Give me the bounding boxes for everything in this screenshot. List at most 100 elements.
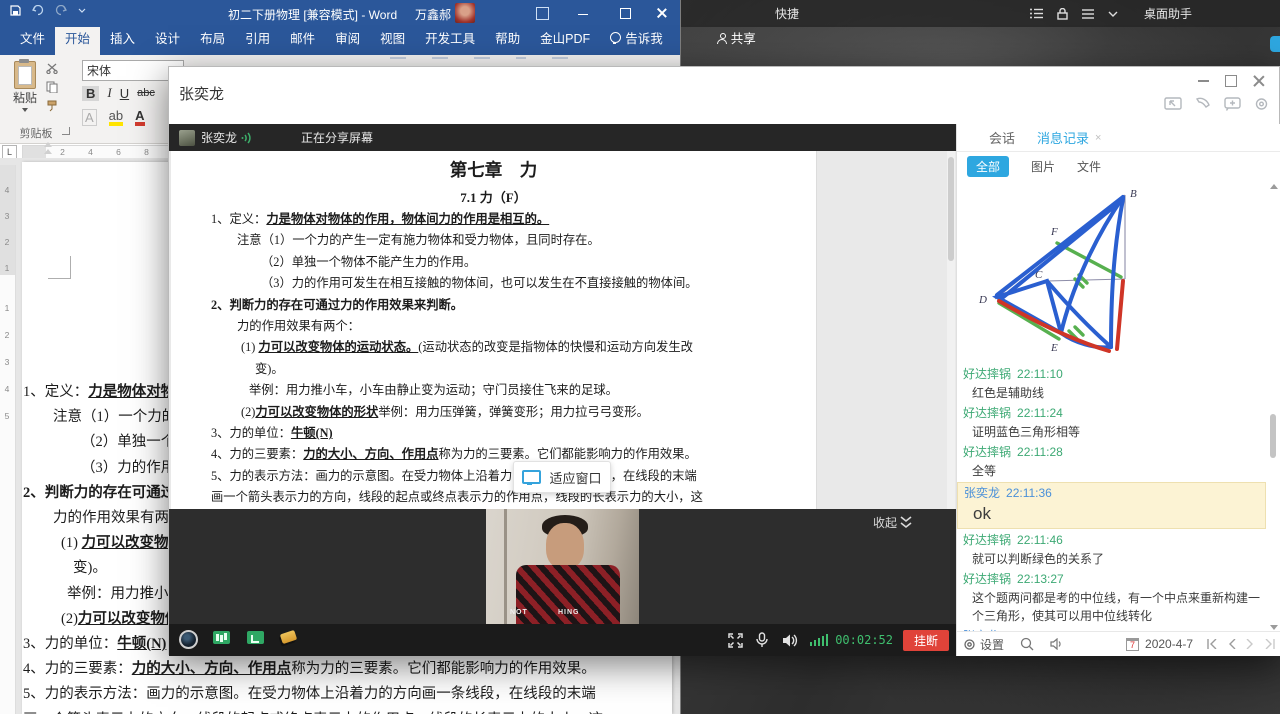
ribbon-display-options-icon[interactable] bbox=[536, 7, 549, 20]
shared-geometry-image[interactable]: B F C D E bbox=[963, 181, 1249, 363]
indent-marker[interactable] bbox=[44, 142, 52, 147]
menu-share[interactable]: 共享 bbox=[707, 21, 766, 55]
vertical-ruler-number: 1 bbox=[0, 263, 14, 273]
shirt-text-left: NOT bbox=[510, 609, 528, 616]
desktop-assistant-label[interactable]: 桌面助手 bbox=[1144, 5, 1192, 22]
camera-toggle-icon[interactable] bbox=[179, 630, 198, 649]
fullscreen-icon[interactable] bbox=[728, 633, 743, 648]
audio-speaking-icon bbox=[241, 132, 253, 144]
webcam-video[interactable]: NOT HING bbox=[486, 509, 639, 624]
meeting-window-title: 张奕龙 bbox=[179, 83, 224, 104]
history-date: 2020-4-7 bbox=[1145, 637, 1193, 651]
message-text: 这个题两问都是考的中位线，有一个中点来重新构建一个三角形，使其可以用中位线转化 bbox=[963, 589, 1276, 625]
word-maximize-button[interactable] bbox=[620, 8, 631, 19]
settings-gear-icon[interactable] bbox=[1254, 97, 1269, 111]
save-icon[interactable] bbox=[10, 5, 21, 16]
message-time: 22:13:27 bbox=[1017, 572, 1064, 586]
prev-page-icon[interactable] bbox=[1228, 639, 1236, 649]
sharing-status-text: 正在分享屏幕 bbox=[301, 129, 373, 146]
vertical-ruler-number: 3 bbox=[0, 357, 14, 367]
highlight-color-button[interactable]: ab bbox=[109, 109, 123, 126]
chat-scroll-thumb[interactable] bbox=[1270, 414, 1276, 458]
filter-images[interactable]: 图片 bbox=[1031, 158, 1055, 175]
doc-line: 3、力的单位：牛顿(N) bbox=[211, 423, 817, 444]
chat-scrollbar[interactable] bbox=[1268, 182, 1278, 632]
copy-icon[interactable] bbox=[46, 81, 58, 93]
screen-share-icon[interactable] bbox=[1164, 97, 1182, 111]
clipboard-icon bbox=[14, 61, 36, 89]
phone-icon[interactable] bbox=[1195, 97, 1211, 111]
lock-icon[interactable] bbox=[1057, 8, 1068, 20]
paste-button[interactable]: 粘贴 bbox=[8, 61, 42, 112]
meeting-maximize-button[interactable] bbox=[1225, 75, 1237, 87]
edge-widget[interactable] bbox=[1270, 36, 1280, 52]
word-account-name[interactable]: 万鑫郝 bbox=[415, 6, 451, 23]
ruler-numbers: 2468 bbox=[59, 147, 150, 157]
redo-icon[interactable] bbox=[55, 5, 67, 16]
cut-icon[interactable] bbox=[46, 63, 59, 74]
shared-screen-scrollbar[interactable] bbox=[947, 151, 955, 509]
underline-button[interactable]: U bbox=[120, 86, 129, 101]
message-sender: 张奕龙 bbox=[964, 486, 1000, 500]
task-list-icon[interactable] bbox=[1030, 8, 1043, 19]
clipboard-group-expander[interactable] bbox=[62, 127, 70, 135]
next-page-icon[interactable] bbox=[1246, 639, 1254, 649]
vertical-ruler[interactable]: 432112345 bbox=[0, 165, 16, 714]
message-sender: 好达摔锅 bbox=[963, 533, 1011, 547]
settings-button[interactable]: 设置 bbox=[963, 636, 1004, 653]
text-effects-button[interactable]: A bbox=[82, 109, 97, 126]
shirt-text-right: HING bbox=[558, 609, 580, 616]
qat-customize-icon[interactable] bbox=[78, 8, 86, 13]
last-page-icon[interactable] bbox=[1264, 639, 1275, 649]
ruler-number: 8 bbox=[143, 147, 150, 157]
message-sender: 好达摔锅 bbox=[963, 572, 1011, 586]
italic-button[interactable]: I bbox=[107, 85, 111, 101]
search-icon[interactable] bbox=[1020, 637, 1034, 651]
share-window-icon[interactable] bbox=[247, 631, 264, 644]
doc-line: 力的作用效果有两个： bbox=[211, 316, 817, 337]
word-account-avatar[interactable] bbox=[455, 3, 475, 23]
chat-tabs: 会话 消息记录 × bbox=[957, 124, 1280, 152]
chat-panel: 会话 消息记录 × 全部 图片 文件 bbox=[956, 124, 1280, 656]
scroll-down-icon[interactable] bbox=[1270, 625, 1278, 630]
tab-message-history[interactable]: 消息记录 bbox=[1037, 128, 1089, 147]
hangup-button[interactable]: 挂断 bbox=[903, 630, 949, 651]
annotate-eraser-icon[interactable] bbox=[280, 630, 297, 644]
meeting-close-button[interactable] bbox=[1253, 75, 1265, 87]
font-color-button[interactable]: A bbox=[135, 109, 144, 126]
chat-message: 好达摔锅22:11:10红色是辅助线 bbox=[963, 365, 1276, 402]
collapse-video-button[interactable]: 收起 bbox=[873, 514, 912, 531]
add-invite-icon[interactable] bbox=[1224, 97, 1241, 111]
doc-line: 举例：用力推小车，小车由静止变为运动；守门员接住飞来的足球。 bbox=[211, 380, 817, 401]
share-screen-icon[interactable] bbox=[213, 631, 230, 644]
date-picker[interactable]: 7 2020-4-7 bbox=[1126, 637, 1193, 651]
word-close-button[interactable] bbox=[656, 7, 667, 18]
menu-icon[interactable] bbox=[1082, 9, 1094, 19]
word-minimize-button[interactable] bbox=[578, 14, 588, 15]
chat-footer: 设置 7 2020-4-7 bbox=[957, 631, 1280, 656]
tab-close-icon[interactable]: × bbox=[1095, 132, 1101, 144]
sound-icon[interactable] bbox=[1050, 638, 1064, 650]
bold-button[interactable]: B bbox=[82, 86, 99, 101]
scroll-up-icon[interactable] bbox=[1270, 184, 1278, 189]
undo-icon[interactable] bbox=[32, 5, 44, 16]
desktop: 快捷 桌面助手 初二下册物理 [兼容模式] - Word 万鑫郝 bbox=[0, 0, 1280, 714]
ruler-number: 6 bbox=[115, 147, 122, 157]
strikethrough-button[interactable]: abc bbox=[137, 87, 155, 99]
shared-screen-scroll-thumb[interactable] bbox=[948, 157, 954, 261]
format-painter-icon[interactable] bbox=[46, 100, 58, 112]
microphone-icon[interactable] bbox=[756, 632, 768, 648]
meeting-minimize-button[interactable] bbox=[1198, 80, 1209, 82]
speaker-icon[interactable] bbox=[782, 633, 798, 648]
ruler-number: 4 bbox=[87, 147, 94, 157]
tab-conversation[interactable]: 会话 bbox=[989, 128, 1015, 147]
vertical-ruler-number: 4 bbox=[0, 384, 14, 394]
paste-dropdown-caret[interactable] bbox=[22, 108, 28, 112]
chat-message-list[interactable]: B F C D E 好达摔锅22:11:10红色是辅助线好达摔锅22:11:24… bbox=[957, 179, 1280, 631]
filter-files[interactable]: 文件 bbox=[1077, 158, 1101, 175]
person-icon bbox=[717, 33, 727, 43]
first-page-icon[interactable] bbox=[1207, 639, 1218, 649]
filter-all[interactable]: 全部 bbox=[967, 156, 1009, 177]
chevron-down-icon[interactable] bbox=[1108, 11, 1118, 17]
fit-window-button[interactable]: 适应窗口 bbox=[513, 461, 611, 493]
